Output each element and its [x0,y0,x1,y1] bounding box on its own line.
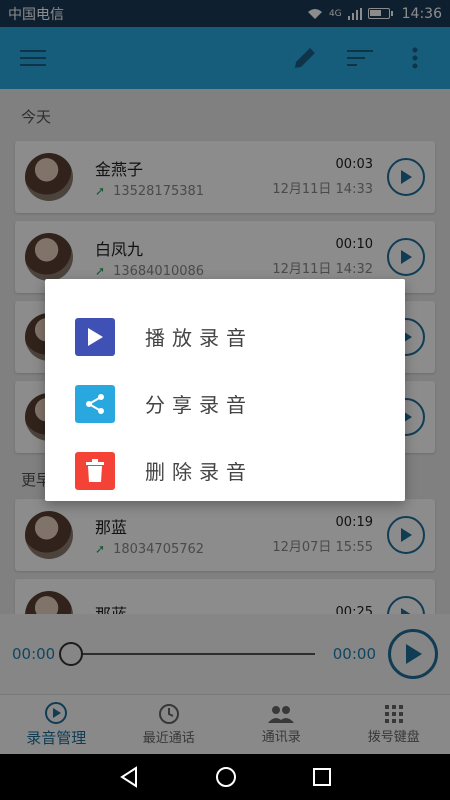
menu-label: 删除录音 [145,460,253,484]
menu-label: 播放录音 [145,326,253,350]
back-icon[interactable] [118,766,140,788]
menu-item-delete[interactable]: 删除录音 [75,437,405,504]
menu-item-share[interactable]: 分享录音 [75,370,405,437]
play-icon [75,317,115,356]
share-icon [75,384,115,423]
home-icon[interactable] [215,766,237,788]
trash-icon [75,451,115,490]
menu-item-play[interactable]: 播放录音 [75,303,405,370]
menu-label: 分享录音 [145,393,253,417]
action-dialog: 播放录音 分享录音 删除录音 [45,279,405,501]
system-nav-bar [0,754,450,800]
recents-icon[interactable] [312,767,332,787]
